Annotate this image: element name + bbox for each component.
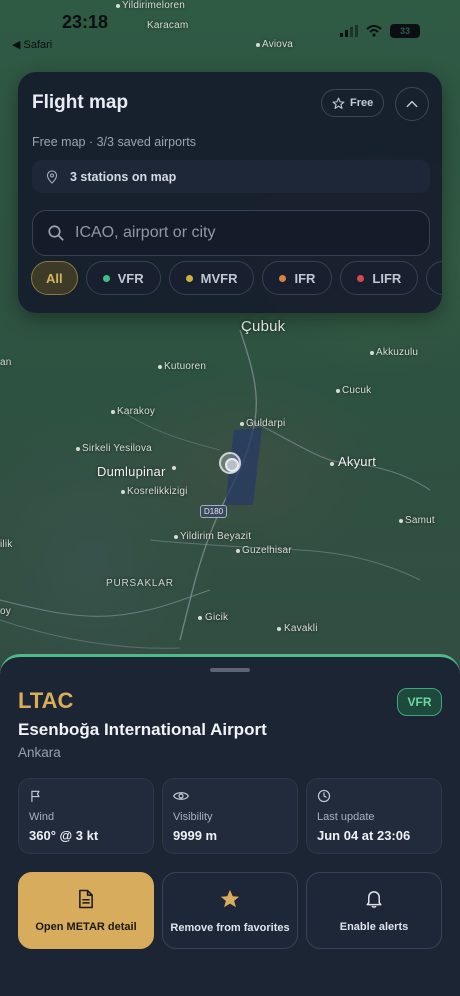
filter-chip-lifr[interactable]: LIFR xyxy=(340,261,419,295)
map-place-label: Akkuzulu xyxy=(376,347,419,358)
enable-alerts-label: Enable alerts xyxy=(339,920,409,933)
filter-chip-label: MVFR xyxy=(200,270,238,286)
plan-badge[interactable]: Free xyxy=(321,89,385,117)
last-update-value: Jun 04 at 23:06 xyxy=(317,828,411,843)
category-dot-icon xyxy=(102,274,110,282)
airport-city: Ankara xyxy=(18,745,61,760)
airport-icao-code: LTAC xyxy=(18,688,74,713)
filter-chip-fav[interactable]: Fav xyxy=(426,261,442,295)
wind-label: Wind xyxy=(29,811,55,823)
flight-category-badge: VFR xyxy=(397,688,442,716)
airport-name: Esenboğa International Airport xyxy=(18,720,267,739)
map-place-dot xyxy=(111,410,115,414)
battery-icon: 33 xyxy=(390,24,420,38)
location-pin-icon xyxy=(46,169,58,184)
stations-count-text: 3 stations on map xyxy=(70,169,177,184)
open-metar-detail-label: Open METAR detail xyxy=(35,920,137,933)
status-icons: 33 xyxy=(340,24,420,38)
map-place-label: Kavakli xyxy=(284,623,318,634)
filter-chip-label: All xyxy=(46,270,63,286)
map-place-dot xyxy=(121,490,125,494)
visibility-card: Visibility 9999 m xyxy=(162,778,298,854)
map-place-dot xyxy=(172,466,176,470)
map-place-dot xyxy=(240,422,244,426)
map-place-label: Samut xyxy=(405,515,435,526)
clock-icon xyxy=(317,789,331,803)
remove-from-favorites-label: Remove from favorites xyxy=(170,921,290,934)
map-place-label: Karakoy xyxy=(117,406,156,417)
airport-marker[interactable] xyxy=(219,452,241,474)
open-metar-detail-button[interactable]: Open METAR detail xyxy=(18,872,154,949)
map-place-label: Cucuk xyxy=(342,385,372,396)
map-place-label: Guzelhisar xyxy=(242,545,292,556)
map-place-label: an xyxy=(0,357,12,368)
category-dot-icon xyxy=(279,274,287,282)
filter-chip-all[interactable]: All xyxy=(31,261,78,295)
map-place-label: Sirkeli Yesilova xyxy=(82,443,152,454)
eye-icon xyxy=(173,792,189,800)
flag-icon xyxy=(31,790,40,802)
flight-category-filters: All VFR MVFR IFR LIFR Fav xyxy=(31,261,442,297)
map-place-dot xyxy=(76,447,80,451)
road-shield: D180 xyxy=(200,505,228,518)
document-icon xyxy=(79,889,93,908)
map-place-label: oy xyxy=(0,606,11,617)
map-place-label: Kosrelikkizigi xyxy=(127,486,188,497)
visibility-value: 9999 m xyxy=(173,828,218,843)
chevron-up-icon xyxy=(406,100,418,108)
map-place-label: Gicik xyxy=(205,612,229,623)
sheet-grabber[interactable] xyxy=(210,668,250,672)
last-update-card: Last update Jun 04 at 23:06 xyxy=(306,778,442,854)
collapse-panel-button[interactable] xyxy=(395,87,429,121)
filter-chip-vfr[interactable]: VFR xyxy=(85,261,161,295)
wind-value: 360° @ 3 kt xyxy=(29,828,99,843)
filter-chip-mvfr[interactable]: MVFR xyxy=(168,261,255,295)
star-outline-icon xyxy=(332,97,345,109)
map-place-label: PURSAKLAR xyxy=(106,578,174,589)
last-update-label: Last update xyxy=(317,811,375,823)
map-place-dot xyxy=(330,462,334,466)
map-place-label: Kutuoren xyxy=(164,361,207,372)
map-place-dot xyxy=(336,389,340,393)
stations-on-map-row[interactable]: 3 stations on map xyxy=(32,160,430,193)
panel-subtitle: Free map · 3/3 saved airports xyxy=(32,135,196,149)
status-bar: 23:18 ◀ Safari 33 xyxy=(0,0,460,56)
wifi-icon xyxy=(366,25,382,37)
map-place-label: Akyurt xyxy=(338,454,377,469)
map-place-label: Dumlupinar xyxy=(97,464,166,479)
remove-from-favorites-button[interactable]: Remove from favorites xyxy=(162,872,298,949)
category-dot-icon xyxy=(357,274,365,282)
airport-bottom-sheet: LTAC VFR Esenboğa International Airport … xyxy=(0,654,460,996)
flight-map-panel: Flight map Free Free map · 3/3 saved air… xyxy=(18,72,442,313)
map-place-dot xyxy=(158,365,162,369)
visibility-label: Visibility xyxy=(173,811,213,823)
map-place-label: ilik xyxy=(0,539,13,550)
panel-title: Flight map xyxy=(32,92,129,113)
map-place-dot xyxy=(236,549,240,553)
bell-icon xyxy=(366,890,382,908)
filter-chip-ifr[interactable]: IFR xyxy=(262,261,333,295)
map-place-dot xyxy=(198,616,202,620)
star-icon xyxy=(220,889,240,907)
search-icon xyxy=(48,225,64,241)
search-box[interactable] xyxy=(32,210,430,256)
map-place-label: Yildirim Beyazit xyxy=(180,531,252,542)
filter-chip-label: IFR xyxy=(294,270,316,286)
plan-badge-label: Free xyxy=(350,97,374,109)
enable-alerts-button[interactable]: Enable alerts xyxy=(306,872,442,949)
map-place-dot xyxy=(174,535,178,539)
filter-chip-label: VFR xyxy=(117,270,144,286)
map-place-label: Çubuk xyxy=(241,318,286,335)
back-to-safari-link[interactable]: ◀ Safari xyxy=(12,38,52,51)
status-time: 23:18 xyxy=(62,12,109,32)
signal-icon xyxy=(340,25,358,37)
map-place-dot xyxy=(399,519,403,523)
category-dot-icon xyxy=(185,274,193,282)
map-place-label: Guldarpi xyxy=(246,418,286,429)
search-input[interactable] xyxy=(75,224,395,242)
filter-chip-label: LIFR xyxy=(372,270,402,286)
map-place-dot xyxy=(370,351,374,355)
wind-card: Wind 360° @ 3 kt xyxy=(18,778,154,854)
map-place-dot xyxy=(277,627,281,631)
